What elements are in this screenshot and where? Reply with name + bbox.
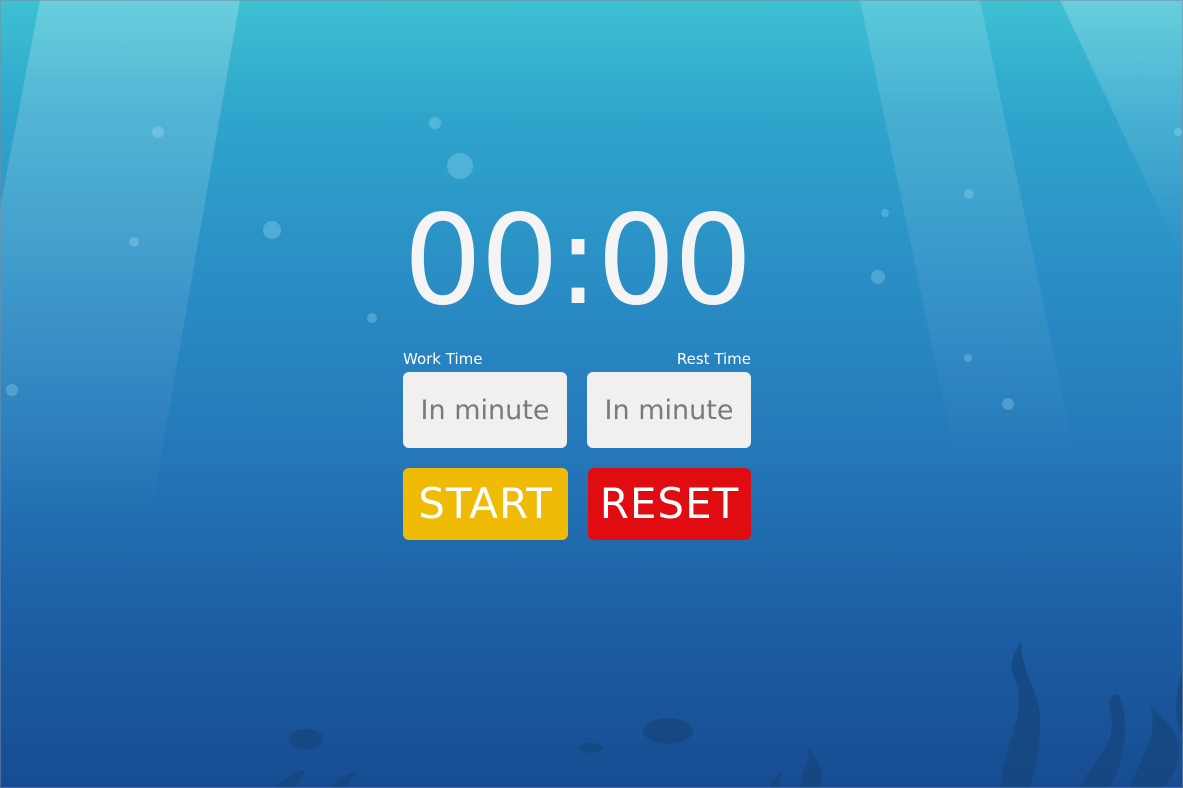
start-button[interactable]: START <box>403 468 568 540</box>
seabed-silhouette <box>275 640 1183 788</box>
work-time-label: Work Time <box>403 350 483 368</box>
timer-display: 00:00 <box>403 189 752 333</box>
rest-time-label: Rest Time <box>676 350 751 368</box>
work-time-input[interactable] <box>403 372 567 448</box>
rest-time-input[interactable] <box>587 372 751 448</box>
reset-button[interactable]: RESET <box>588 468 751 540</box>
